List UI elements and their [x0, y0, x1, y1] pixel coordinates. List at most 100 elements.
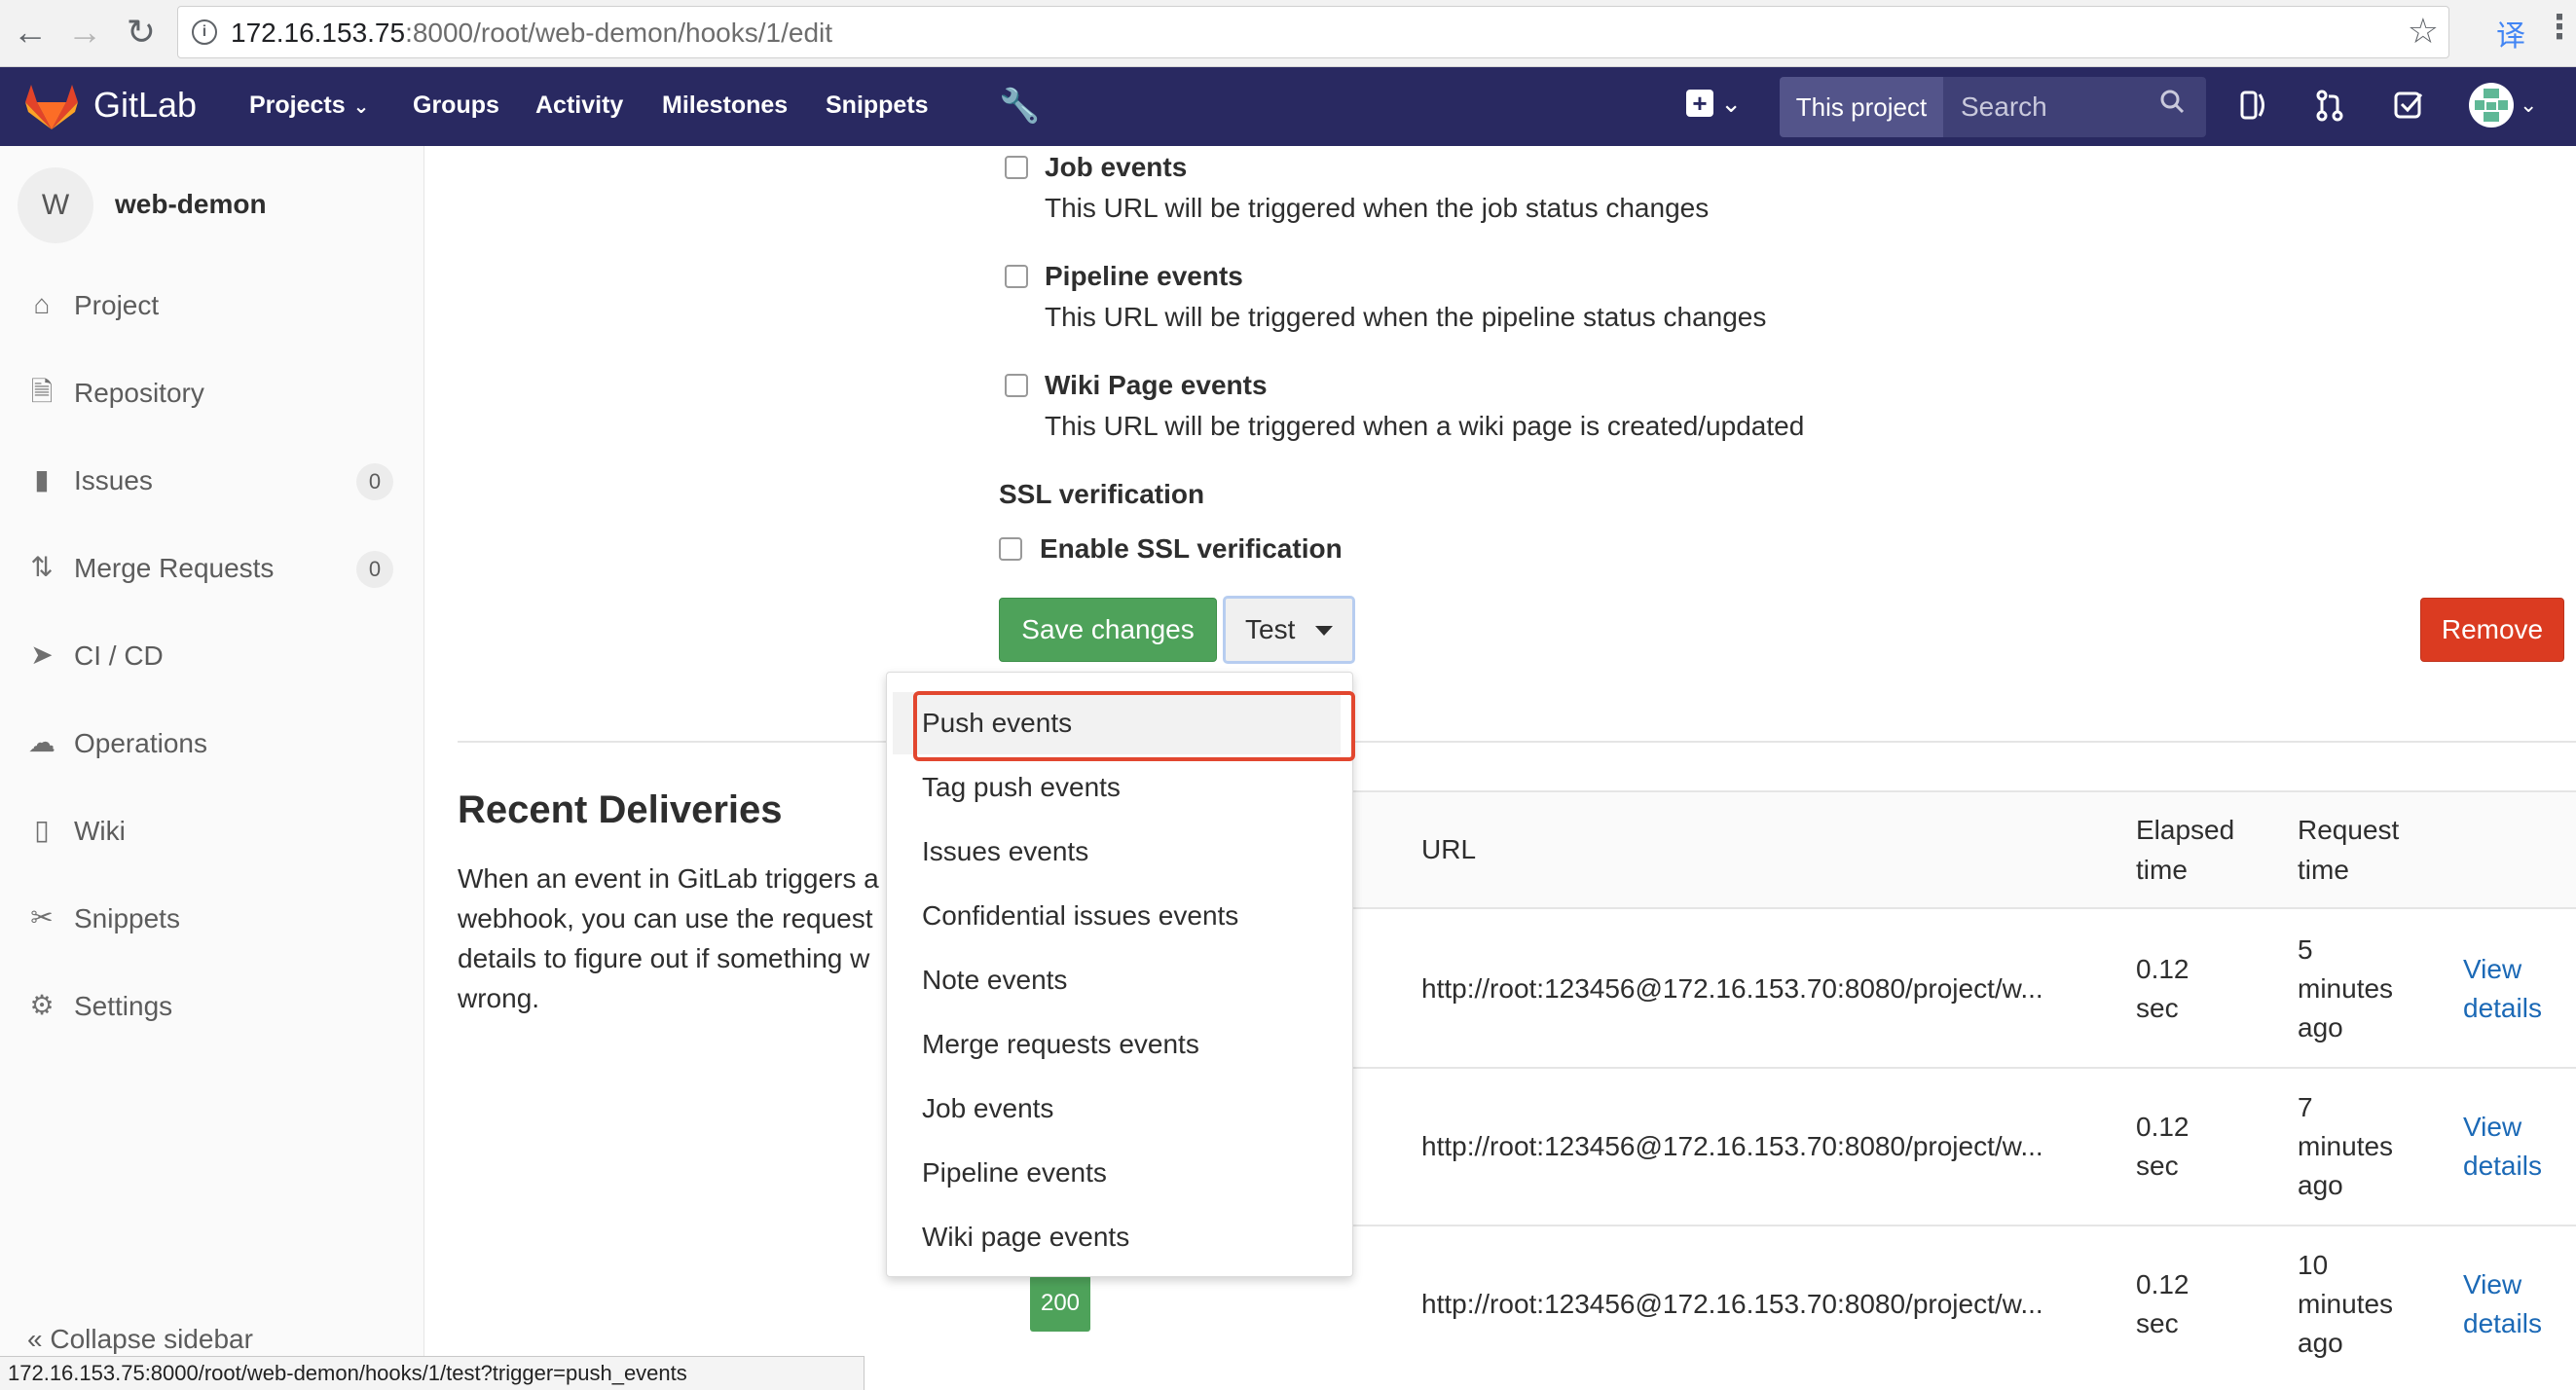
job-events-checkbox[interactable] [1005, 156, 1028, 179]
save-changes-button[interactable]: Save changes [999, 598, 1217, 662]
link-line: View [2463, 1269, 2522, 1299]
row-elapsed: 0.12 sec [2136, 1265, 2190, 1343]
avatar [2469, 83, 2514, 128]
view-details-link[interactable]: View details [2463, 1108, 2542, 1186]
home-icon: ⌂ [33, 289, 51, 319]
col-request-line: time [2298, 855, 2349, 885]
address-text[interactable]: 172.16.153.75:8000/root/web-demon/hooks/… [231, 18, 832, 49]
elapsed-unit: sec [2136, 1151, 2179, 1181]
issues-icon[interactable] [2239, 89, 2268, 122]
desc-line: When an event in GitLab triggers a [458, 863, 879, 894]
menu-item-wiki-page-events[interactable]: Wiki page events [887, 1208, 1352, 1266]
view-details-link[interactable]: View details [2463, 950, 2542, 1028]
link-line: View [2463, 1112, 2522, 1142]
address-bar[interactable]: i 172.16.153.75:8000/root/web-demon/hook… [177, 6, 2449, 58]
wiki-page-events-checkbox[interactable] [1005, 374, 1028, 397]
sidebar-item-repository[interactable]: 🗎 Repository [0, 364, 424, 422]
plus-icon: + [1686, 90, 1713, 117]
highlight-outline [913, 691, 1355, 761]
sidebar-item-merge-requests[interactable]: ⇅ Merge Requests 0 [0, 539, 424, 598]
sidebar-item-label: Wiki [74, 816, 126, 846]
sidebar-item-snippets[interactable]: ✂ Snippets [0, 890, 424, 948]
sidebar-item-settings[interactable]: ⚙ Settings [0, 977, 424, 1036]
request-suffix: ago [2298, 1328, 2343, 1358]
test-dropdown-menu: Push events Tag push events Issues event… [886, 672, 1353, 1277]
menu-item-job-events[interactable]: Job events [887, 1079, 1352, 1138]
col-elapsed: Elapsed time [2136, 810, 2234, 890]
sidebar: W web-demon ⌂ Project 🗎 Repository ▮ Iss… [0, 146, 424, 1390]
desc-line: details to figure out if something w [458, 943, 870, 973]
test-dropdown-button[interactable]: Test [1223, 596, 1355, 664]
todo-check-icon[interactable] [2393, 89, 2424, 120]
caret-down-icon [1315, 626, 1333, 636]
pipeline-events-checkbox[interactable] [1005, 265, 1028, 288]
gitlab-brand[interactable]: GitLab [93, 85, 197, 126]
link-status-bar: 172.16.153.75:8000/root/web-demon/hooks/… [0, 1356, 865, 1390]
gear-icon: ⚙ [29, 990, 55, 1020]
remove-button[interactable]: Remove [2420, 598, 2564, 662]
sidebar-item-operations[interactable]: ☁ Operations [0, 714, 424, 773]
merge-request-icon[interactable] [2315, 89, 2344, 122]
request-unit: minutes [2298, 973, 2394, 1004]
user-menu[interactable]: ⌄ [2469, 83, 2537, 128]
sidebar-item-issues[interactable]: ▮ Issues 0 [0, 452, 424, 510]
sidebar-item-project[interactable]: ⌂ Project [0, 276, 424, 335]
project-avatar[interactable]: W [18, 167, 93, 243]
sidebar-item-wiki[interactable]: ▯ Wiki [0, 802, 424, 860]
request-suffix: ago [2298, 1012, 2343, 1042]
browser-menu-icon[interactable]: ⋮ [2543, 8, 2576, 47]
sidebar-item-label: Project [74, 290, 160, 320]
recent-deliveries-description: When an event in GitLab triggers a webho… [458, 859, 886, 1024]
menu-item-merge-requests-events[interactable]: Merge requests events [887, 1015, 1352, 1074]
project-name[interactable]: web-demon [115, 189, 267, 220]
sidebar-item-label: CI / CD [74, 640, 164, 671]
nav-activity[interactable]: Activity [535, 91, 623, 120]
ssl-verification-label: Enable SSL verification [1040, 533, 1343, 564]
new-dropdown[interactable]: + ⌄ [1686, 89, 1742, 119]
view-details-link[interactable]: View details [2463, 1265, 2542, 1343]
nav-projects[interactable]: Projects ⌄ [249, 91, 369, 120]
reload-icon[interactable]: ↻ [121, 12, 162, 53]
nav-label: Projects [249, 91, 346, 119]
gitlab-logo-icon[interactable] [25, 83, 78, 131]
sidebar-item-label: Repository [74, 378, 204, 408]
scissors-icon: ✂ [30, 902, 54, 933]
wiki-page-events-help: This URL will be triggered when a wiki p… [1045, 411, 1805, 441]
desc-line: wrong. [458, 983, 540, 1013]
nav-snippets[interactable]: Snippets [826, 91, 929, 120]
gitlab-header: GitLab Projects ⌄ Groups Activity Milesto… [0, 67, 2576, 146]
ssl-verification-checkbox[interactable] [999, 537, 1022, 561]
collapse-label: Collapse sidebar [50, 1324, 253, 1354]
collapse-sidebar-button[interactable]: « Collapse sidebar [27, 1324, 253, 1355]
menu-item-note-events[interactable]: Note events [887, 951, 1352, 1009]
elapsed-value: 0.12 [2136, 1112, 2190, 1142]
menu-item-pipeline-events[interactable]: Pipeline events [887, 1144, 1352, 1202]
elapsed-unit: sec [2136, 1308, 2179, 1338]
row-elapsed: 0.12 sec [2136, 950, 2190, 1028]
search-icon[interactable] [2159, 89, 2185, 114]
menu-item-confidential-issues-events[interactable]: Confidential issues events [887, 887, 1352, 945]
link-line: details [2463, 1151, 2542, 1181]
col-elapsed-line: time [2136, 855, 2188, 885]
menu-item-issues-events[interactable]: Issues events [887, 823, 1352, 881]
admin-wrench-icon[interactable]: 🔧 [999, 87, 1040, 126]
col-request: Request time [2298, 810, 2399, 890]
sidebar-item-ci-cd[interactable]: ➤ CI / CD [0, 627, 424, 685]
sidebar-item-label: Snippets [74, 903, 180, 933]
test-label: Test [1245, 614, 1296, 644]
menu-item-tag-push-events[interactable]: Tag push events [887, 758, 1352, 817]
divider [458, 741, 2576, 743]
forward-arrow-icon[interactable]: → [64, 12, 105, 53]
job-events-label: Job events [1045, 152, 1188, 182]
bookmark-star-icon[interactable]: ☆ [2408, 11, 2439, 52]
back-arrow-icon[interactable]: ← [10, 12, 51, 53]
row-url: http://root:123456@172.16.153.70:8080/pr… [1421, 973, 2043, 1004]
nav-milestones[interactable]: Milestones [662, 91, 788, 120]
doc-icon: 🗎 [30, 377, 54, 407]
job-events-help: This URL will be triggered when the job … [1045, 193, 1710, 223]
pipeline-events-label: Pipeline events [1045, 261, 1243, 291]
info-icon[interactable]: i [192, 19, 217, 45]
search-scope[interactable]: This project [1780, 77, 1943, 137]
nav-groups[interactable]: Groups [413, 91, 499, 120]
translate-icon[interactable]: 译 [2496, 12, 2525, 55]
